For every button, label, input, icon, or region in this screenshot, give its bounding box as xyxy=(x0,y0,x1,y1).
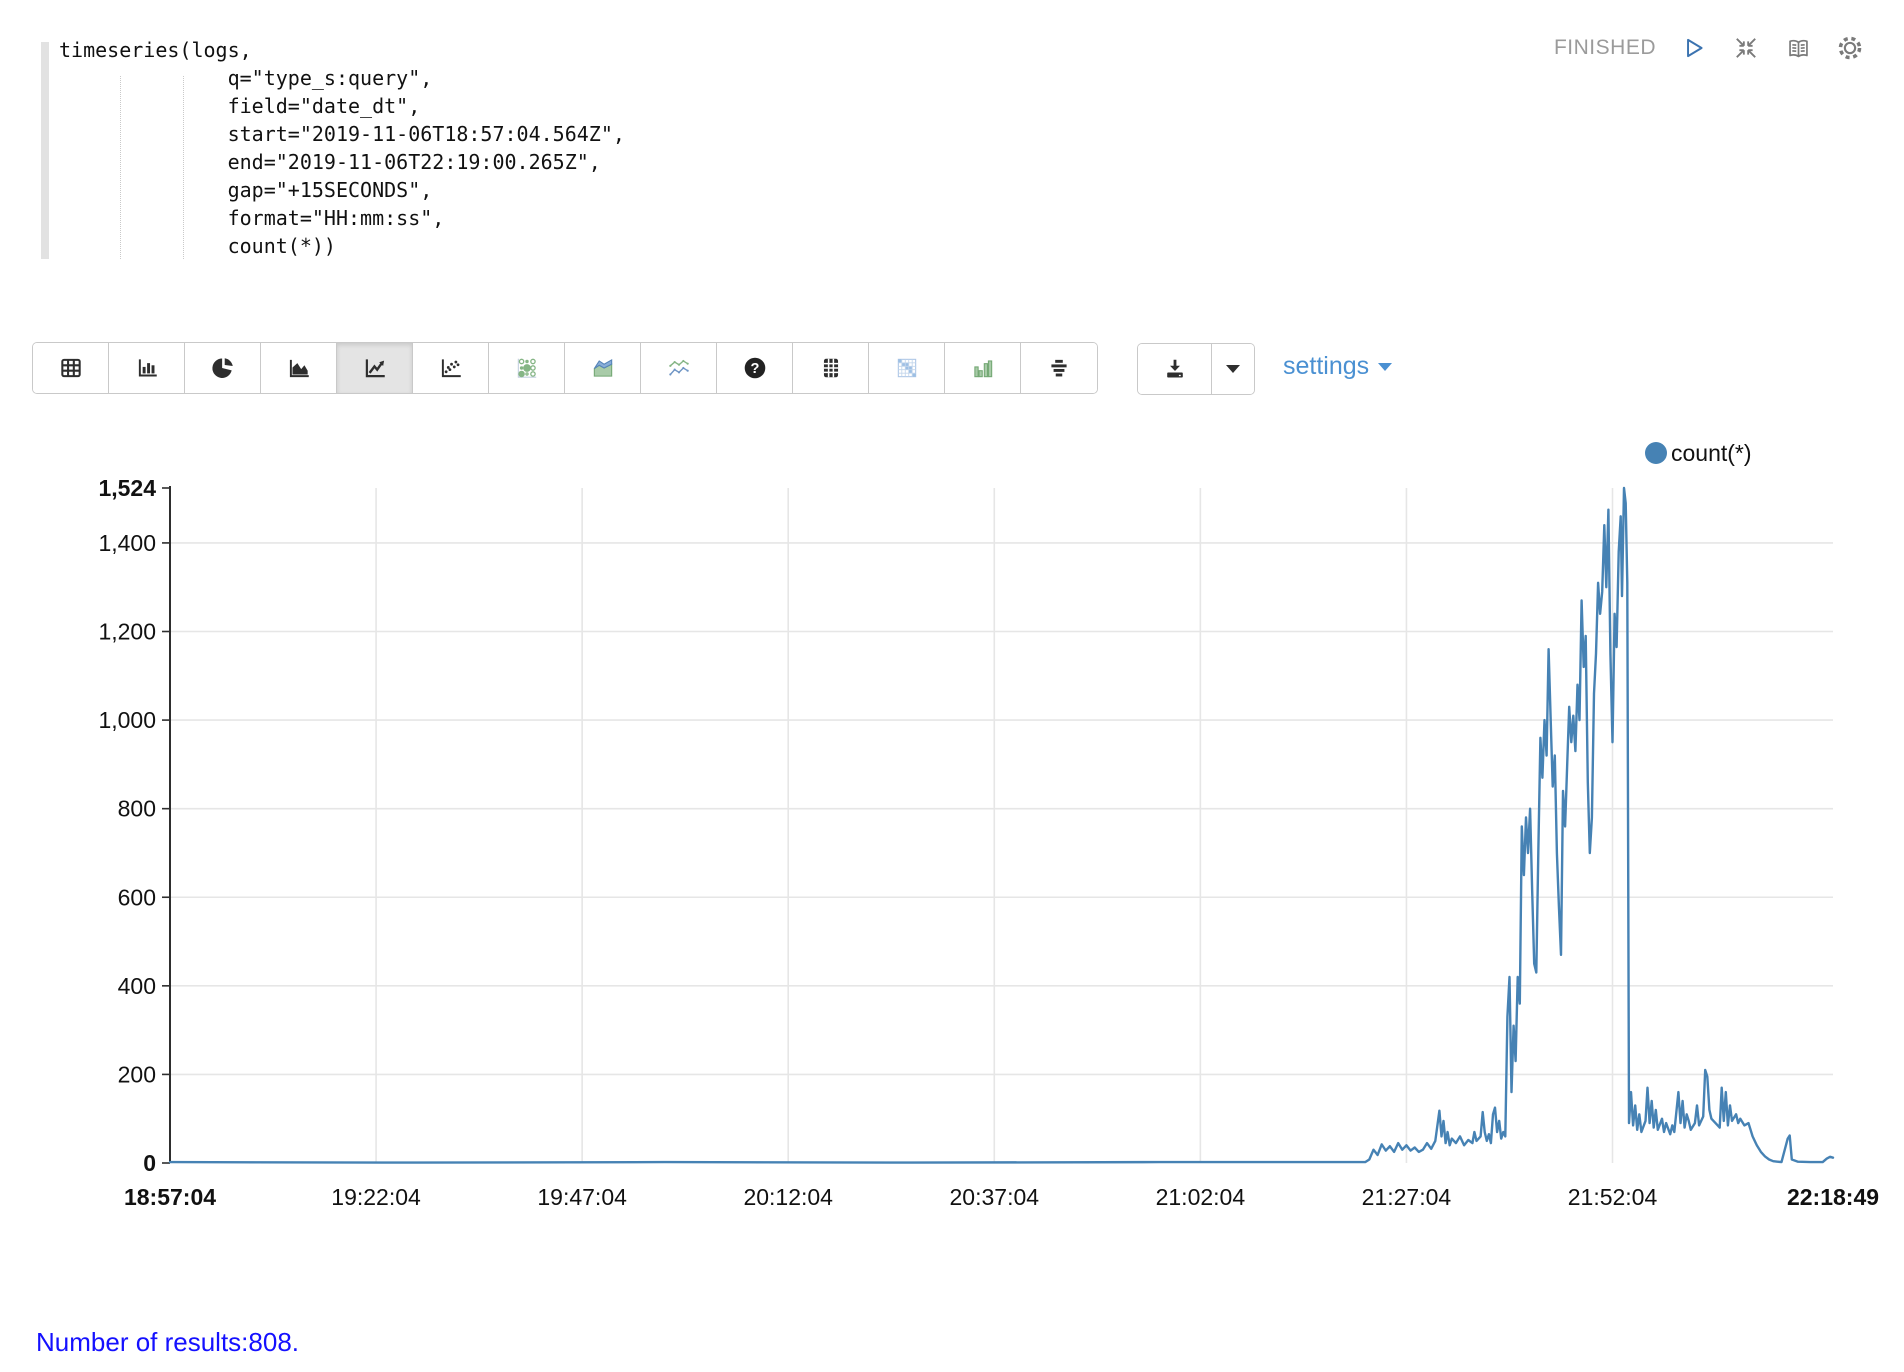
y-tick-label: 600 xyxy=(118,884,156,910)
download-group xyxy=(1137,343,1255,395)
y-tick-label: 1,400 xyxy=(98,530,156,556)
play-icon[interactable] xyxy=(1680,34,1708,62)
y-tick-label: 1,000 xyxy=(98,707,156,733)
chart-type-sparkline-multi-button[interactable] xyxy=(641,343,717,393)
svg-text:?: ? xyxy=(750,361,759,377)
download-options-button[interactable] xyxy=(1212,344,1254,394)
table-icon xyxy=(58,355,84,381)
book-icon[interactable] xyxy=(1784,34,1812,62)
stacked-area-icon xyxy=(590,355,616,381)
download-icon xyxy=(1162,356,1188,382)
chart-type-line-button[interactable] xyxy=(337,343,413,393)
chart-type-stacked-area-button[interactable] xyxy=(565,343,641,393)
chart-type-grid-table-button[interactable] xyxy=(793,343,869,393)
status-badge: FINISHED xyxy=(1554,36,1656,60)
paragraph-controls: FINISHED xyxy=(1554,34,1864,62)
x-tick-label: 20:12:04 xyxy=(743,1184,833,1210)
x-tick-label: 21:27:04 xyxy=(1362,1184,1452,1210)
x-tick-label: 22:18:49 xyxy=(1787,1184,1879,1210)
x-tick-label: 19:22:04 xyxy=(331,1184,421,1210)
visualization-toolbar: ? settings xyxy=(32,343,1098,393)
help-icon: ? xyxy=(742,355,768,381)
code-text[interactable]: timeseries(logs, q="type_s:query", field… xyxy=(59,36,625,260)
legend-dot[interactable] xyxy=(1645,442,1667,464)
heatmap-icon xyxy=(894,355,920,381)
chart-type-bar-button[interactable] xyxy=(109,343,185,393)
series-line xyxy=(170,488,1833,1163)
chart-type-scatter-button[interactable] xyxy=(413,343,489,393)
chart-type-table-button[interactable] xyxy=(33,343,109,393)
scatter-chart-icon xyxy=(438,355,464,381)
x-tick-label: 20:37:04 xyxy=(950,1184,1040,1210)
x-tick-label: 18:57:04 xyxy=(124,1184,216,1210)
y-tick-label: 800 xyxy=(118,796,156,822)
bubble-grid-icon xyxy=(514,355,540,381)
results-count-text: Number of results:808. xyxy=(36,1327,299,1358)
y-tick-label: 1,200 xyxy=(98,619,156,645)
line-chart-icon xyxy=(362,355,388,381)
help-button[interactable]: ? xyxy=(717,343,793,393)
chart-type-bubble-grid-button[interactable] xyxy=(489,343,565,393)
chart-type-grouped-bars-button[interactable] xyxy=(945,343,1021,393)
x-tick-label: 19:47:04 xyxy=(537,1184,627,1210)
y-tick-label: 200 xyxy=(118,1061,156,1087)
zeppelin-paragraph: timeseries(logs, q="type_s:query", field… xyxy=(0,0,1904,1372)
x-tick-label: 21:52:04 xyxy=(1568,1184,1658,1210)
x-tick-label: 21:02:04 xyxy=(1156,1184,1246,1210)
grid-table-icon xyxy=(818,355,844,381)
download-button[interactable] xyxy=(1138,344,1212,394)
caret-down-icon xyxy=(1378,363,1392,371)
settings-label: settings xyxy=(1283,352,1369,381)
y-tick-label: 1,524 xyxy=(98,475,156,501)
editor-gutter-bar xyxy=(41,42,49,259)
shrink-icon[interactable] xyxy=(1732,34,1760,62)
timeseries-chart: 0 200 400 600 800 1,000 1,200 1,400 1,524 18:57:0… xyxy=(0,420,1904,1230)
grouped-bars-icon xyxy=(970,355,996,381)
y-tick-label: 0 xyxy=(143,1150,156,1176)
caret-down-icon xyxy=(1226,365,1240,373)
legend-label[interactable]: count(*) xyxy=(1671,440,1752,466)
sparkline-multi-icon xyxy=(666,355,692,381)
chart-type-horizontal-bars-button[interactable] xyxy=(1021,343,1097,393)
chart-type-heatmap-button[interactable] xyxy=(869,343,945,393)
chart-type-area-button[interactable] xyxy=(261,343,337,393)
horizontal-bars-icon xyxy=(1046,355,1072,381)
gear-icon[interactable] xyxy=(1836,34,1864,62)
bar-chart-icon xyxy=(134,355,160,381)
chart-type-pie-button[interactable] xyxy=(185,343,261,393)
chart-type-group: ? xyxy=(32,342,1098,394)
y-tick-label: 400 xyxy=(118,973,156,999)
settings-link[interactable]: settings xyxy=(1283,352,1392,381)
area-chart-icon xyxy=(286,355,312,381)
pie-chart-icon xyxy=(210,355,236,381)
